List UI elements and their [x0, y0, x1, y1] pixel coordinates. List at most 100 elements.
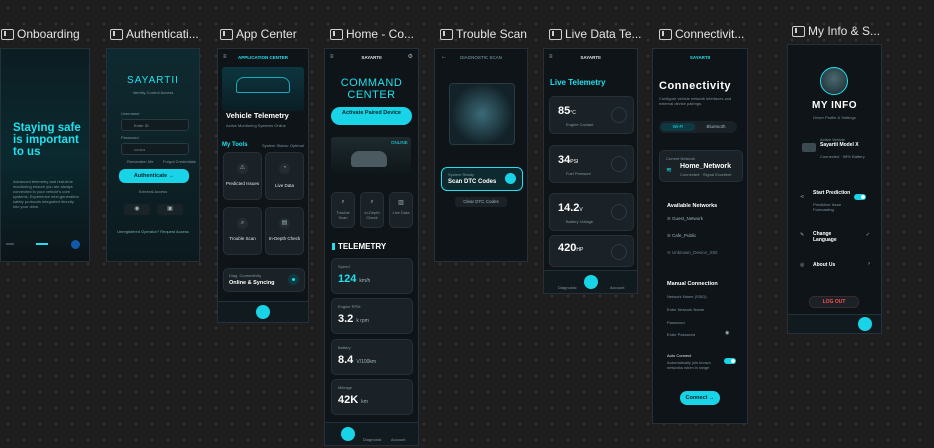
network-item-guest[interactable]: ≋ Guest_Network: [667, 216, 703, 222]
frame-label-home[interactable]: Home - Co...: [330, 27, 420, 41]
frame-label-connectivity[interactable]: Connectivit...: [659, 27, 749, 41]
next-button[interactable]: [71, 240, 80, 249]
metric-card-battery: Battery 8.4 V/100km: [331, 339, 413, 375]
page-indicator[interactable]: [6, 243, 52, 245]
frame-label-my-info[interactable]: My Info & S...: [792, 24, 882, 38]
frame-icon: [792, 25, 805, 37]
activate-device-button[interactable]: Activate Paired Device: [331, 107, 412, 125]
setting-about-us[interactable]: ◎ About Us ›: [800, 261, 872, 272]
share-icon: ⋖: [800, 194, 805, 200]
metric-card-speed: Speed 124 km/h: [331, 258, 413, 294]
frame-icon: [220, 28, 233, 40]
live-telemetry-title: Live Telemetry: [550, 78, 606, 87]
tab-wifi[interactable]: Wi-Fi: [661, 123, 695, 131]
gauge-icon: ◔: [279, 163, 290, 174]
reading-card-battery: 14.2V Battery Voltage: [549, 193, 634, 231]
avatar[interactable]: [820, 67, 848, 95]
metric-card-rpm: Engine RPM 3.2 k rpm: [331, 298, 413, 334]
auto-connect-toggle[interactable]: [724, 358, 736, 364]
language-icon: ✎: [800, 232, 805, 238]
frame-onboarding: Staying safe is important to us Advanced…: [0, 48, 90, 262]
nav-account[interactable]: Account: [391, 437, 405, 442]
frame-label-onboarding[interactable]: Onboarding: [1, 27, 101, 41]
tab-bluetooth[interactable]: Bluetooth: [699, 123, 733, 131]
connect-button[interactable]: Connect →: [680, 391, 720, 405]
logout-button[interactable]: LOG OUT: [809, 296, 859, 308]
clear-dtc-button[interactable]: Clear DTC Codes: [455, 197, 507, 207]
brand-logo-text: SAYARTII: [127, 75, 179, 86]
password-input[interactable]: ••••••••: [121, 143, 189, 155]
scan-dtc-button[interactable]: Scan DTC Codes: [448, 179, 496, 185]
eye-icon[interactable]: ◉: [725, 330, 729, 336]
setting-start-prediction[interactable]: ⋖ Start Prediction Predictive Issue Fore…: [800, 190, 872, 214]
network-item-cafe[interactable]: ≋ Cafe_Public: [667, 233, 696, 239]
frame-app-center: ≡ APPLICATION CENTER Vehicle Telemetry A…: [217, 48, 309, 323]
network-item-unknown[interactable]: ≋ Unknown_Device_X50: [667, 250, 718, 256]
password-input[interactable]: Enter Password: [667, 332, 733, 337]
live-header: SAYARTII: [580, 55, 601, 60]
reading-card-power: 420HP: [549, 235, 634, 267]
nav-diagnostic[interactable]: Diagnostic: [558, 285, 577, 290]
setting-change-language[interactable]: ✎ Change Language ✓: [800, 231, 872, 245]
app-center-header: APPLICATION CENTER: [238, 55, 288, 60]
nav-account[interactable]: Account: [610, 285, 624, 290]
quick-action-live-data[interactable]: ▥ Live Data: [389, 192, 413, 228]
onboarding-body: Advanced telemetry and real-time monitor…: [13, 179, 79, 209]
frame-live-data: ≡ SAYARTII Live Telemetry 85°C Engine Co…: [543, 48, 638, 294]
quick-action-in-depth-check[interactable]: ⌕ In-Depth Check: [360, 192, 384, 228]
username-label: Username: [121, 111, 140, 116]
remember-me-checkbox[interactable]: Remember Me: [127, 159, 153, 164]
telemetry-heading: TELEMETRY: [332, 242, 386, 251]
current-network-card[interactable]: Current Network ≋ Home_Network Connected…: [659, 150, 743, 182]
tab-switcher: Wi-Fi Bluetooth: [659, 121, 737, 133]
nav-diagnostic[interactable]: Diagnostic: [363, 437, 382, 442]
home-nav-button[interactable]: [341, 427, 355, 441]
frame-label-authentication[interactable]: Authenticati...: [110, 27, 206, 41]
scan-panel[interactable]: System Ready Scan DTC Codes: [441, 167, 523, 191]
bottom-nav: [218, 301, 308, 322]
frame-trouble-scan: ← DIAGNOSTIC SCAN System Ready Scan DTC …: [434, 48, 528, 262]
frame-label-live-data[interactable]: Live Data Te...: [549, 27, 643, 41]
request-access-link[interactable]: Unregistered Operator? Request Access: [107, 229, 199, 234]
username-input[interactable]: Enter ID: [121, 119, 189, 131]
chip-icon: ▤: [279, 218, 290, 229]
frame-label-trouble-scan[interactable]: Trouble Scan: [440, 27, 536, 41]
frame-authentication: SAYARTII Identity Control Access Usernam…: [106, 48, 200, 262]
tool-card-trouble-scan[interactable]: ⌕ Trouble Scan: [223, 207, 262, 255]
hero-subtitle: Active Monitoring Systems Online: [226, 123, 286, 128]
device-login-button[interactable]: ▣: [157, 204, 183, 215]
chart-icon: ▥: [398, 200, 404, 206]
tool-card-in-depth-check[interactable]: ▤ In-Depth Check: [265, 207, 304, 255]
tool-card-predicted-issues[interactable]: ⚠ Predicted Issues: [223, 152, 262, 200]
search-icon: ⌕: [237, 218, 248, 229]
globe-login-button[interactable]: ◉: [124, 204, 150, 215]
frame-home: ≡ SAYARTII ⚙ COMMAND CENTER Activate Pai…: [324, 48, 419, 446]
my-tools-heading: My Tools: [222, 142, 248, 148]
scan-header: DIAGNOSTIC SCAN: [460, 55, 502, 60]
active-vehicle-card[interactable]: Active Vehicle Sayartii Model X Connecte…: [802, 137, 872, 163]
authenticate-button[interactable]: Authenticate →: [119, 169, 189, 183]
ssid-input[interactable]: Enter Network Name: [667, 307, 733, 312]
quick-action-trouble-scan[interactable]: ⌕ Trouble Scan: [331, 192, 355, 228]
frame-connectivity: SAYARTII Connectivity Configure vehicle …: [652, 48, 748, 424]
search-icon: ⌕: [370, 199, 374, 205]
start-prediction-toggle[interactable]: [854, 194, 866, 200]
profile-nav-button[interactable]: [858, 317, 872, 331]
frame-label-app-center[interactable]: App Center: [220, 27, 318, 41]
my-info-subtitle: Driver Profile & Settings: [813, 115, 856, 120]
onboarding-headline: Staying safe is important to us: [13, 122, 81, 158]
home-nav-button[interactable]: [584, 275, 598, 289]
warning-icon: ⚠: [237, 163, 248, 174]
online-badge: ONLINE: [391, 140, 408, 145]
forgot-link[interactable]: Forgot Credentials: [163, 159, 196, 164]
bottom-nav: Diagnostic Account: [544, 270, 637, 293]
connectivity-status-card[interactable]: Diag. Connectivity Online & Syncing: [223, 268, 305, 292]
my-info-title: MY INFO: [812, 100, 857, 111]
tool-card-live-data[interactable]: ◔ Live Data: [265, 152, 304, 200]
manual-connection-heading: Manual Connection: [667, 281, 718, 287]
bottom-nav: Diagnostic Account: [325, 422, 418, 445]
home-nav-button[interactable]: [256, 305, 270, 319]
chevron-right-icon: ›: [868, 261, 870, 267]
settings-icon[interactable]: ⚙: [408, 53, 413, 60]
home-header: SAYARTII: [361, 55, 382, 60]
